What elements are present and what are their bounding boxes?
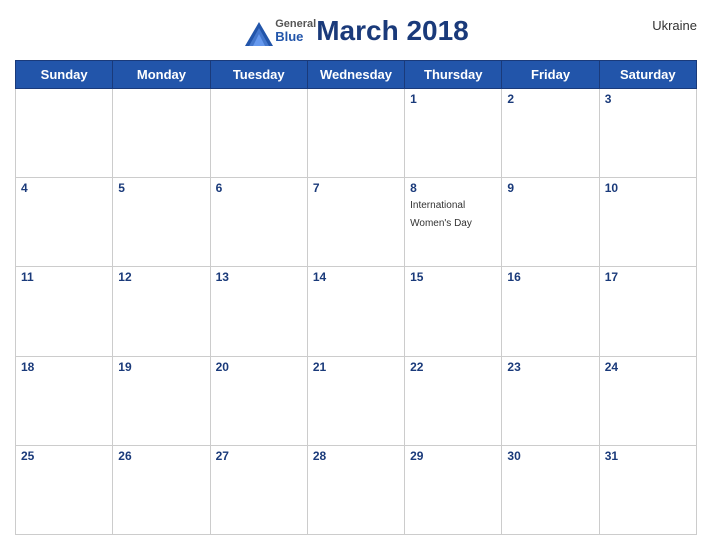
- day-number: 27: [216, 449, 302, 463]
- calendar-week-5: 25 26 27 28 29 30 31: [16, 445, 697, 534]
- calendar-cell: 25: [16, 445, 113, 534]
- calendar-week-3: 11 12 13 14 15 16 17: [16, 267, 697, 356]
- day-number: 23: [507, 360, 593, 374]
- calendar-cell: 8 International Women's Day: [405, 178, 502, 267]
- country-label: Ukraine: [652, 18, 697, 33]
- calendar-week-2: 45678 International Women's Day 9 10: [16, 178, 697, 267]
- calendar-cell: 26: [113, 445, 210, 534]
- day-number: 15: [410, 270, 496, 284]
- calendar-cell: 12: [113, 267, 210, 356]
- logo: General Blue: [243, 18, 316, 44]
- day-number: 4: [21, 181, 107, 195]
- days-header-row: Sunday Monday Tuesday Wednesday Thursday…: [16, 61, 697, 89]
- calendar-cell: 4: [16, 178, 113, 267]
- header-sunday: Sunday: [16, 61, 113, 89]
- day-number: 26: [118, 449, 204, 463]
- calendar-cell: 9: [502, 178, 599, 267]
- logo-blue-text: Blue: [275, 30, 316, 44]
- day-number: 11: [21, 270, 107, 284]
- day-number: 7: [313, 181, 399, 195]
- logo-text: General Blue: [275, 18, 316, 44]
- day-number: 19: [118, 360, 204, 374]
- day-number: 3: [605, 92, 691, 106]
- day-number: 31: [605, 449, 691, 463]
- calendar-week-4: 18 19 20 21 22 23 24: [16, 356, 697, 445]
- day-number: 16: [507, 270, 593, 284]
- day-number: 12: [118, 270, 204, 284]
- day-number: 2: [507, 92, 593, 106]
- calendar-cell: 29: [405, 445, 502, 534]
- calendar-cell: 28: [307, 445, 404, 534]
- day-number: 8: [410, 181, 496, 195]
- day-number: 10: [605, 181, 691, 195]
- day-number: 28: [313, 449, 399, 463]
- calendar-cell: [16, 89, 113, 178]
- header-tuesday: Tuesday: [210, 61, 307, 89]
- calendar-cell: [210, 89, 307, 178]
- header-friday: Friday: [502, 61, 599, 89]
- logo-icon: [243, 20, 271, 42]
- day-number: 9: [507, 181, 593, 195]
- calendar-cell: 22: [405, 356, 502, 445]
- day-number: 30: [507, 449, 593, 463]
- calendar-cell: 27: [210, 445, 307, 534]
- day-number: 24: [605, 360, 691, 374]
- calendar-cell: 16: [502, 267, 599, 356]
- calendar-cell: 14: [307, 267, 404, 356]
- calendar-cell: 18: [16, 356, 113, 445]
- header-wednesday: Wednesday: [307, 61, 404, 89]
- calendar-cell: 19: [113, 356, 210, 445]
- day-number: 5: [118, 181, 204, 195]
- calendar-cell: [307, 89, 404, 178]
- calendar-table: Sunday Monday Tuesday Wednesday Thursday…: [15, 60, 697, 535]
- day-number: 18: [21, 360, 107, 374]
- day-number: 14: [313, 270, 399, 284]
- calendar-cell: 21: [307, 356, 404, 445]
- calendar-cell: 15: [405, 267, 502, 356]
- calendar-cell: 24: [599, 356, 696, 445]
- day-number: 17: [605, 270, 691, 284]
- header-saturday: Saturday: [599, 61, 696, 89]
- calendar-cell: 20: [210, 356, 307, 445]
- calendar-cell: 10: [599, 178, 696, 267]
- day-number: 20: [216, 360, 302, 374]
- calendar-cell: 2: [502, 89, 599, 178]
- calendar-cell: 13: [210, 267, 307, 356]
- day-number: 29: [410, 449, 496, 463]
- calendar-cell: 17: [599, 267, 696, 356]
- day-number: 1: [410, 92, 496, 106]
- calendar-container: General Blue March 2018 Ukraine Sunday M…: [0, 0, 712, 550]
- header-thursday: Thursday: [405, 61, 502, 89]
- calendar-cell: 30: [502, 445, 599, 534]
- day-number: 22: [410, 360, 496, 374]
- day-number: 13: [216, 270, 302, 284]
- calendar-cell: [113, 89, 210, 178]
- day-number: 25: [21, 449, 107, 463]
- calendar-title: March 2018: [316, 15, 469, 47]
- day-number: 21: [313, 360, 399, 374]
- calendar-cell: 11: [16, 267, 113, 356]
- event-text: International Women's Day: [410, 200, 472, 229]
- calendar-header: General Blue March 2018 Ukraine: [15, 10, 697, 52]
- calendar-week-1: 123: [16, 89, 697, 178]
- calendar-cell: 6: [210, 178, 307, 267]
- calendar-cell: 7: [307, 178, 404, 267]
- calendar-cell: 3: [599, 89, 696, 178]
- calendar-cell: 23: [502, 356, 599, 445]
- calendar-cell: 5: [113, 178, 210, 267]
- day-number: 6: [216, 181, 302, 195]
- calendar-cell: 31: [599, 445, 696, 534]
- header-monday: Monday: [113, 61, 210, 89]
- calendar-cell: 1: [405, 89, 502, 178]
